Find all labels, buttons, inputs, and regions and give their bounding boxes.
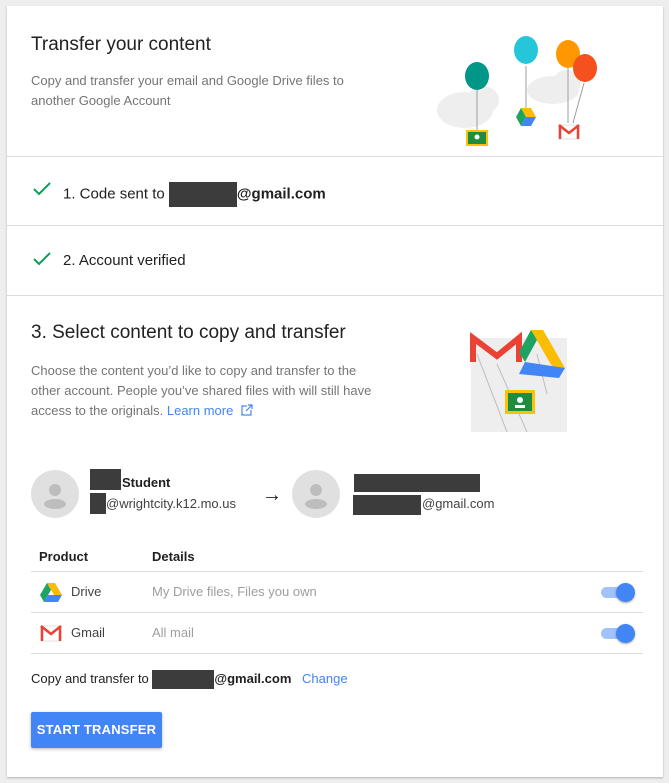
drive-toggle[interactable] xyxy=(599,582,635,602)
external-link-icon[interactable] xyxy=(241,404,253,416)
destination-account-email: @gmail.com xyxy=(422,496,495,511)
select-content-title: 3. Select content to copy and transfer xyxy=(31,322,346,343)
step-account-verified-label: 2. Account verified xyxy=(63,252,186,269)
redacted-source-email xyxy=(90,493,106,514)
product-details: My Drive files, Files you own xyxy=(152,584,317,599)
redacted-source-name xyxy=(90,469,121,490)
transfer-destination: Copy and transfer to @gmail.com Change xyxy=(31,670,348,689)
start-transfer-button[interactable]: START TRANSFER xyxy=(31,712,162,748)
page-title: Transfer your content xyxy=(31,34,211,55)
redacted-email-user xyxy=(168,182,237,207)
product-name: Drive xyxy=(71,584,102,599)
google-drive-icon xyxy=(40,583,62,602)
transfer-card: Transfer your content Copy and transfer … xyxy=(7,6,663,777)
check-icon xyxy=(33,252,51,266)
step-account-verified: 2. Account verified xyxy=(7,226,663,296)
redacted-destination-email xyxy=(353,495,421,515)
table-row-gmail: Gmail All mail xyxy=(31,612,643,654)
gmail-toggle[interactable] xyxy=(599,623,635,643)
arrow-right-icon: → xyxy=(262,484,282,506)
table-row-drive: Drive My Drive files, Files you own xyxy=(31,571,643,613)
column-details: Details xyxy=(152,549,195,564)
step-code-sent-label: 1. Code sent to xyxy=(63,185,169,203)
balloons-illustration xyxy=(437,36,597,146)
select-content-description: Choose the content you’d like to copy an… xyxy=(31,361,376,421)
person-icon xyxy=(305,484,327,509)
toggle-knob xyxy=(616,583,635,602)
step-code-sent-email-domain: @gmail.com xyxy=(236,185,326,203)
transfer-destination-email-domain: @gmail.com xyxy=(214,670,292,686)
change-link[interactable]: Change xyxy=(302,671,348,686)
header-section: Transfer your content Copy and transfer … xyxy=(7,6,663,157)
toggle-knob xyxy=(616,624,635,643)
destination-avatar xyxy=(292,470,340,518)
product-details: All mail xyxy=(152,625,194,640)
gmail-drive-classroom-illustration xyxy=(470,330,567,432)
redacted-destination-name xyxy=(354,474,480,492)
page-subtitle: Copy and transfer your email and Google … xyxy=(31,73,344,108)
person-icon xyxy=(44,484,66,509)
learn-more-link[interactable]: Learn more xyxy=(167,403,233,418)
step-code-sent: 1. Code sent to @gmail.com xyxy=(7,156,663,226)
source-account-name: Student xyxy=(122,475,171,490)
redacted-email-user xyxy=(152,670,215,689)
step-code-sent-text: 1. Code sent to @gmail.com xyxy=(63,182,326,207)
source-avatar xyxy=(31,470,79,518)
column-product: Product xyxy=(39,549,89,564)
content-table-header: Product Details xyxy=(31,539,643,572)
gmail-icon xyxy=(40,625,62,642)
product-name: Gmail xyxy=(71,625,105,640)
source-account-email: @wrightcity.k12.mo.us xyxy=(106,496,236,511)
check-icon xyxy=(33,182,51,196)
transfer-destination-prefix: Copy and transfer to xyxy=(31,670,153,686)
